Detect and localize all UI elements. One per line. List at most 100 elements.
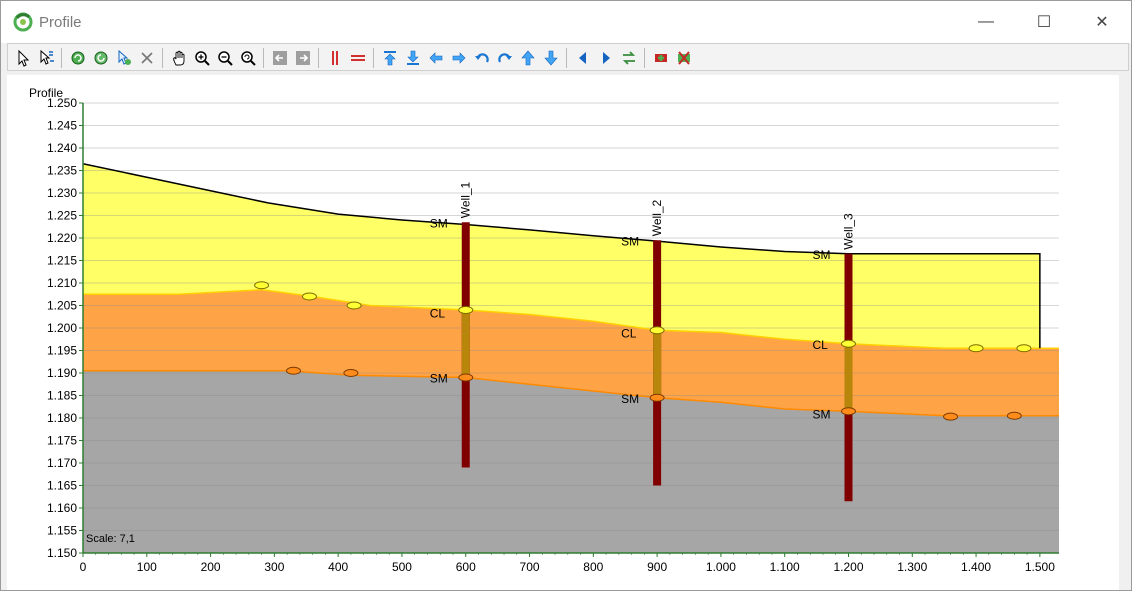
pan-hand-button[interactable] <box>167 47 190 69</box>
well-layer-label: SM <box>812 408 830 422</box>
right-border-strip <box>1119 75 1131 590</box>
profile-chart[interactable]: Well_1 SM CL SM Well_2 SM CL SM Well_3 SM CL SM 1.15… <box>7 75 1119 590</box>
next-icon <box>602 52 610 64</box>
y-tick-label: 1.235 <box>47 164 77 178</box>
toolbar-separator <box>644 48 645 68</box>
select-multi-icon <box>40 49 54 65</box>
move-up-button[interactable] <box>516 47 539 69</box>
y-tick-label: 1.230 <box>47 186 77 200</box>
y-tick-label: 1.150 <box>47 546 77 560</box>
minimize-button[interactable]: — <box>957 1 1015 43</box>
zoom-out-button[interactable] <box>213 47 236 69</box>
page-back-button[interactable] <box>268 47 291 69</box>
remove-well-button[interactable] <box>672 47 695 69</box>
well-layer-label: SM <box>430 372 448 386</box>
x-tick-label: 800 <box>583 560 603 574</box>
zoom-out-icon <box>217 51 233 66</box>
well-layer-label: SM <box>621 392 639 406</box>
x-tick-label: 300 <box>264 560 284 574</box>
select-config-button[interactable] <box>112 47 135 69</box>
well-layer-label: CL <box>812 338 828 352</box>
zoom-extent-icon <box>240 51 256 66</box>
toolbar-separator <box>162 48 163 68</box>
move-up-icon <box>520 50 535 66</box>
well-cl-segment <box>844 343 853 412</box>
move-top-icon <box>383 51 396 66</box>
select-arrow-button[interactable] <box>11 47 34 69</box>
rotate-left-icon <box>474 53 489 63</box>
move-left-button[interactable] <box>424 47 447 69</box>
maximize-icon: ☐ <box>1036 14 1052 31</box>
well-contact-marker <box>458 306 474 314</box>
rotate-left-button[interactable] <box>470 47 493 69</box>
maximize-button[interactable]: ☐ <box>1015 1 1073 43</box>
close-button[interactable]: ✕ <box>1073 1 1131 43</box>
swap-button[interactable] <box>617 47 640 69</box>
toolbar-separator <box>61 48 62 68</box>
well-contact-marker <box>649 326 665 335</box>
profile-chart-area[interactable]: Well_1 SM CL SM Well_2 SM CL SM Well_3 SM CL SM 1.15… <box>7 75 1119 590</box>
well-contact-marker <box>840 407 856 416</box>
y-tick-label: 1.240 <box>47 141 77 155</box>
add-well-icon <box>654 54 667 62</box>
page-back-icon <box>272 51 287 65</box>
well-label: Well_1 <box>459 181 473 218</box>
x-tick-label: 200 <box>201 560 221 574</box>
delete-x-button[interactable] <box>135 47 158 69</box>
move-left-icon <box>429 52 442 64</box>
move-down-icon <box>543 50 558 66</box>
select-arrow-icon <box>18 49 29 67</box>
well-cl-segment <box>461 310 470 378</box>
move-down-button[interactable] <box>539 47 562 69</box>
x-tick-label: 0 <box>80 560 87 574</box>
title-bar: Profile — ☐ ✕ <box>1 1 1131 43</box>
well-label: Well_3 <box>841 213 855 250</box>
y-tick-label: 1.220 <box>47 231 77 245</box>
zoom-in-button[interactable] <box>190 47 213 69</box>
vertical-lines-icon <box>331 51 338 65</box>
next-button[interactable] <box>594 47 617 69</box>
select-multi-button[interactable] <box>34 47 57 69</box>
move-right-button[interactable] <box>447 47 470 69</box>
horizontal-lines-button[interactable] <box>346 47 369 69</box>
control-point <box>301 292 317 301</box>
rotate-right-button[interactable] <box>493 47 516 69</box>
pan-hand-icon <box>172 50 184 66</box>
page-forward-icon <box>295 51 310 65</box>
x-tick-label: 400 <box>328 560 348 574</box>
x-tick-label: 1.300 <box>897 560 927 574</box>
page-forward-button[interactable] <box>291 47 314 69</box>
x-tick-label: 1.000 <box>706 560 736 574</box>
refresh-alt-button[interactable] <box>89 47 112 69</box>
x-tick-label: 700 <box>520 560 540 574</box>
control-point <box>943 412 959 421</box>
y-tick-label: 1.215 <box>47 254 77 268</box>
swap-icon <box>622 51 635 65</box>
toolbar-buttons <box>11 46 695 70</box>
previous-button[interactable] <box>571 47 594 69</box>
well-contact-marker <box>649 393 665 402</box>
window-title: Profile <box>39 14 82 31</box>
control-point <box>968 344 984 353</box>
control-point <box>1006 411 1022 420</box>
rotate-right-icon <box>497 53 512 63</box>
refresh-button[interactable] <box>66 47 89 69</box>
move-top-button[interactable] <box>378 47 401 69</box>
remove-well-icon <box>677 51 690 65</box>
y-tick-label: 1.185 <box>47 389 77 403</box>
toolbar-separator <box>566 48 567 68</box>
toolbar-separator <box>318 48 319 68</box>
control-point <box>254 281 270 290</box>
y-tick-label: 1.200 <box>47 321 77 335</box>
y-tick-label: 1.160 <box>47 501 77 515</box>
vertical-lines-button[interactable] <box>323 47 346 69</box>
profile-window: Profile — ☐ ✕ Well_1 SM CL SM Well_2 SM CL SM We… <box>0 0 1132 591</box>
toolbar-separator <box>263 48 264 68</box>
delete-x-icon <box>140 52 153 64</box>
well-layer-label: CL <box>621 327 637 341</box>
add-well-button[interactable] <box>649 47 672 69</box>
move-bottom-button[interactable] <box>401 47 424 69</box>
horizontal-lines-icon <box>350 55 365 61</box>
zoom-extent-button[interactable] <box>236 47 259 69</box>
well-contact-marker <box>458 373 474 382</box>
